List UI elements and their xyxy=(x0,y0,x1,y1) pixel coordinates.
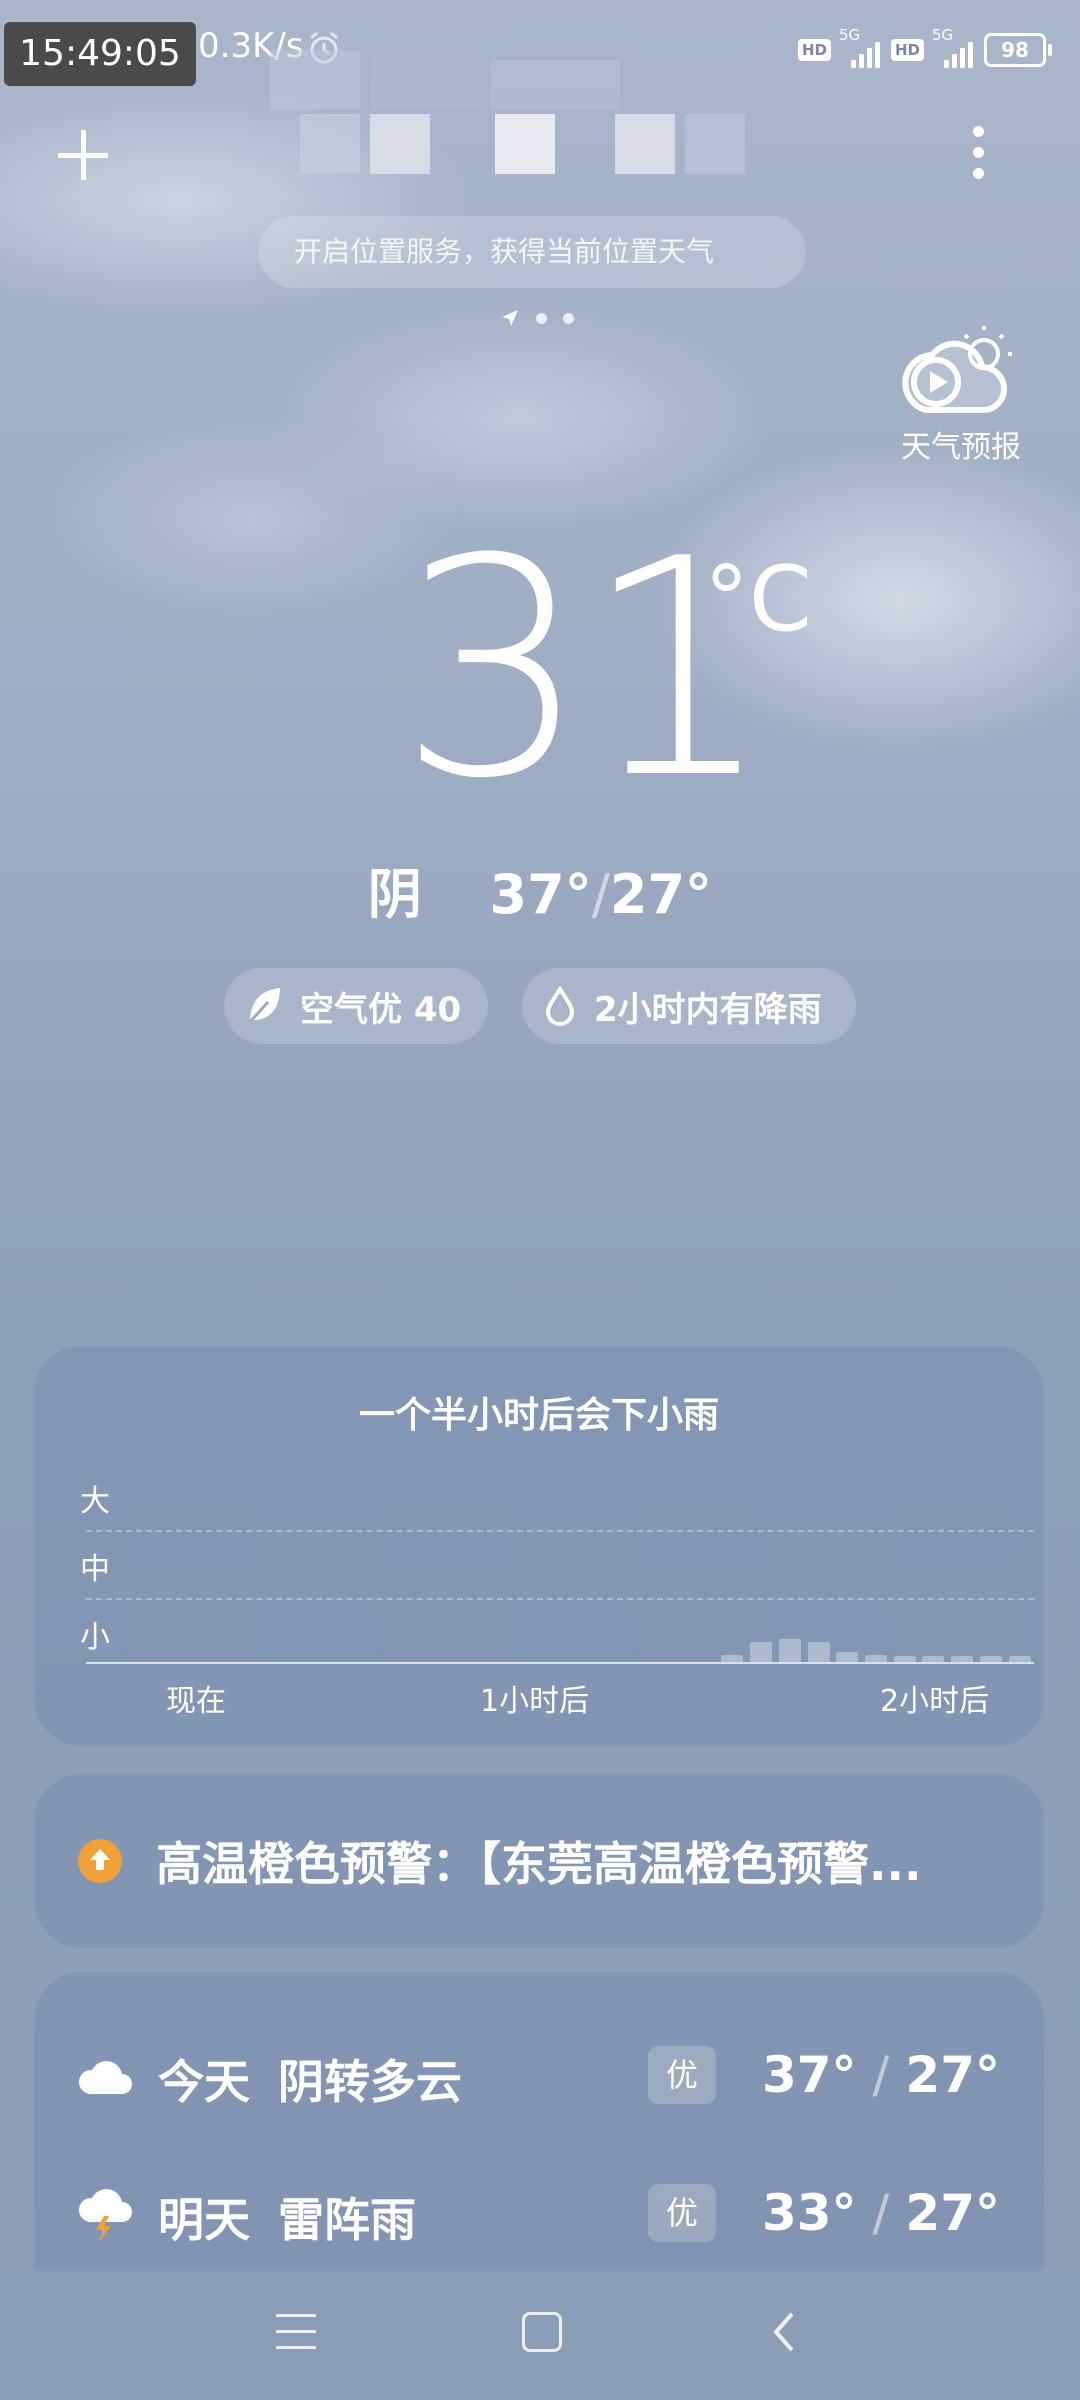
day-condition: 阴转多云 xyxy=(278,2055,462,2109)
precipitation-bar xyxy=(951,1656,974,1662)
status-time: 15:49:05 xyxy=(4,22,196,86)
cloud-icon xyxy=(78,2061,132,2094)
raindrop-icon xyxy=(545,986,575,1026)
precipitation-bar xyxy=(750,1642,773,1662)
tick-1h: 1小时后 xyxy=(480,1684,590,1719)
status-indicators: HD 5G HD 5G 98 xyxy=(797,26,1052,70)
precipitation-bar xyxy=(979,1656,1002,1662)
precipitation-bar xyxy=(1008,1656,1031,1662)
weather-warning-card[interactable]: 高温橙色预警：【东莞高温橙色预警... xyxy=(34,1774,1044,1948)
rain-alert-pill[interactable]: 2小时内有降雨 xyxy=(522,968,856,1044)
air-quality-pill[interactable]: 空气优 40 xyxy=(224,968,488,1044)
more-options-button[interactable] xyxy=(966,126,990,186)
day-temperature: 37°/27° xyxy=(761,2046,1000,2104)
precipitation-bar xyxy=(865,1655,887,1662)
precipitation-title: 一个半小时后会下小雨 xyxy=(358,1395,719,1436)
weather-forecast-video-button[interactable]: 天气预报 xyxy=(896,326,1026,466)
aqi-badge: 优 xyxy=(648,2046,716,2104)
today-low: 27° xyxy=(609,863,713,926)
precipitation-bar xyxy=(807,1642,830,1662)
warning-arrow-icon xyxy=(78,1839,122,1883)
weather-forecast-label: 天气预报 xyxy=(901,430,1021,465)
system-navigation-bar xyxy=(0,2268,1080,2400)
temp-separator: / xyxy=(591,863,610,926)
level-heavy: 大 xyxy=(80,1484,110,1519)
condition-summary: 阴 37°/27° xyxy=(0,850,1080,929)
temperature-unit: °C xyxy=(704,547,812,652)
precipitation-card[interactable]: 一个半小时后会下小雨 大 中 小 现在 1小时后 2小时后 xyxy=(34,1346,1044,1746)
current-condition: 阴 xyxy=(367,863,422,926)
hd-badge-2: HD xyxy=(890,39,924,61)
page-dot xyxy=(563,312,574,324)
day-condition: 雷阵雨 xyxy=(278,2193,416,2247)
level-light: 小 xyxy=(80,1620,110,1655)
battery-icon: 98 xyxy=(984,33,1052,67)
city-name-redacted xyxy=(270,50,810,180)
tick-2h: 2小时后 xyxy=(880,1684,990,1719)
thunderstorm-icon xyxy=(78,2189,132,2242)
day-temperature: 33°/27° xyxy=(761,2184,1000,2242)
play-cloud-icon xyxy=(902,326,1012,413)
precipitation-bar xyxy=(721,1655,744,1662)
gridline-heavy xyxy=(86,1530,1034,1532)
page-indicator xyxy=(500,306,590,330)
back-button[interactable] xyxy=(770,2310,800,2354)
gridline-moderate xyxy=(86,1598,1034,1600)
rain-alert-label: 2小时内有降雨 xyxy=(594,989,822,1030)
page-dot xyxy=(536,312,547,324)
leaf-icon xyxy=(248,988,280,1024)
warning-text: 高温橙色预警：【东莞高温橙色预警... xyxy=(156,1837,922,1891)
precipitation-bar xyxy=(836,1652,859,1662)
precipitation-bar xyxy=(893,1656,916,1662)
daily-forecast-card: 今天 阴转多云 优 37°/27° 明天 雷阵雨 优 33°/27° xyxy=(34,1972,1044,2272)
signal-icon-2: 5G xyxy=(932,26,976,68)
tick-now: 现在 xyxy=(166,1684,226,1719)
recent-apps-button[interactable] xyxy=(276,2314,316,2350)
air-quality-label: 空气优 40 xyxy=(300,989,462,1030)
location-arrow-icon xyxy=(502,310,518,326)
today-high: 37° xyxy=(489,863,592,926)
aqi-badge: 优 xyxy=(648,2184,716,2242)
day-label: 明天 xyxy=(158,2193,250,2247)
precipitation-bar xyxy=(778,1638,801,1662)
signal-icon: 5G xyxy=(839,26,883,68)
chart-baseline xyxy=(86,1662,1034,1664)
add-city-button[interactable] xyxy=(54,126,112,184)
daily-row-today[interactable]: 今天 阴转多云 优 37°/27° xyxy=(34,2032,1044,2122)
precipitation-bar xyxy=(922,1656,945,1662)
daily-row-tomorrow[interactable]: 明天 雷阵雨 优 33°/27° xyxy=(34,2170,1044,2260)
home-button[interactable] xyxy=(522,2312,562,2352)
day-label: 今天 xyxy=(158,2055,250,2109)
level-moderate: 中 xyxy=(80,1552,110,1587)
location-service-banner[interactable]: 开启位置服务，获得当前位置天气 xyxy=(258,216,806,288)
